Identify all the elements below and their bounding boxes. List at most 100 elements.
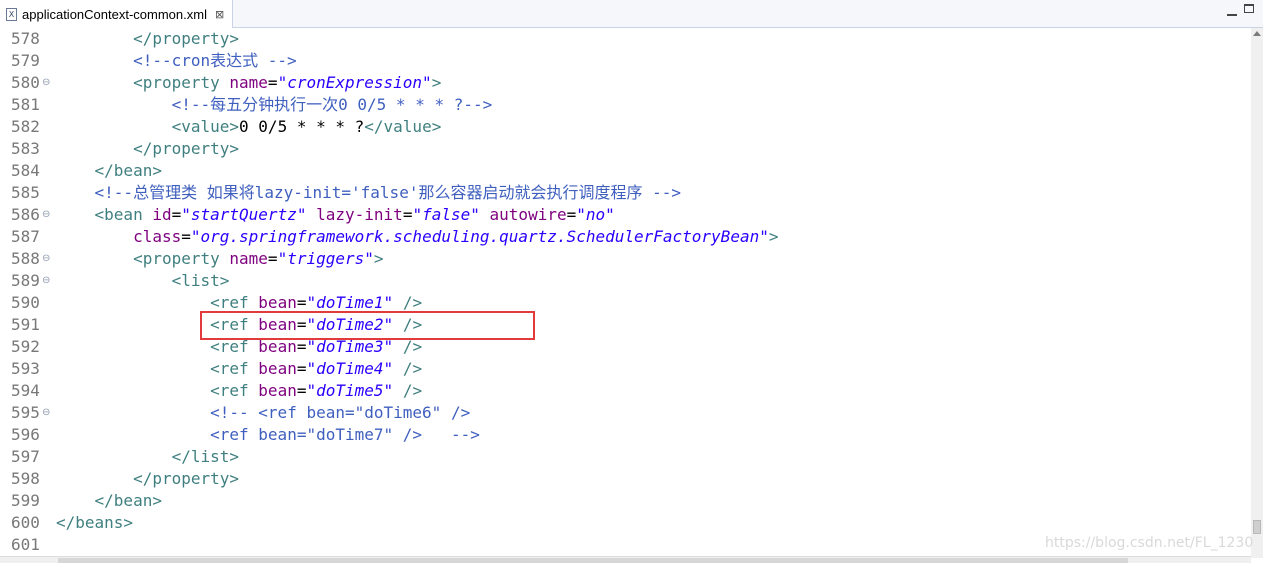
code-text: </property> [56, 468, 239, 490]
minimize-icon[interactable] [1227, 7, 1239, 19]
code-token: 0 0/5 * * * ? [239, 117, 365, 136]
code-token: = [171, 205, 182, 224]
code-line[interactable]: 593 <ref bean="doTime4" /> [0, 358, 1251, 380]
line-number: 581 [11, 95, 40, 114]
code-token: <list> [171, 271, 230, 290]
code-line[interactable]: 582 <value>0 0/5 * * * ?</value> [0, 116, 1251, 138]
fold-toggle-icon[interactable]: ⊖ [42, 204, 50, 226]
code-text: <property name="cronExpression"> [56, 72, 441, 94]
horizontal-scrollbar[interactable] [0, 556, 1251, 563]
code-line[interactable]: 579 <!--cron表达式 --> [0, 50, 1251, 72]
code-token: > [373, 249, 384, 268]
code-line[interactable]: 584 </bean> [0, 160, 1251, 182]
line-number: 590 [11, 293, 40, 312]
code-line[interactable]: 600 </beans> [0, 512, 1251, 534]
code-token: <ref [210, 359, 259, 378]
code-line[interactable]: 581 <!--每五分钟执行一次0 0/5 * * * ?--> [0, 94, 1251, 116]
code-line[interactable]: 598 </property> [0, 468, 1251, 490]
code-line[interactable]: 586 ⊖ <bean id="startQuertz" lazy-init="f… [0, 204, 1251, 226]
code-line[interactable]: 595 ⊖ <!-- <ref bean="doTime6" /> [0, 402, 1251, 424]
code-line[interactable]: 580 ⊖ <property name="cronExpression"> [0, 72, 1251, 94]
code-token: bean [258, 381, 297, 400]
code-line[interactable]: 592 <ref bean="doTime3" /> [0, 336, 1251, 358]
code-line[interactable]: 588 ⊖ <property name="triggers"> [0, 248, 1251, 270]
line-number: 583 [11, 139, 40, 158]
code-text: <property name="triggers"> [56, 248, 384, 270]
code-token: <!--cron表达式 --> [133, 51, 297, 70]
line-number: 585 [11, 183, 40, 202]
fold-toggle-icon[interactable]: ⊖ [42, 270, 50, 292]
code-text: <!-- <ref bean="doTime6" /> [56, 402, 470, 424]
code-line[interactable]: 597 </list> [0, 446, 1251, 468]
scroll-up-arrow-icon[interactable] [1253, 31, 1261, 36]
editor-tab[interactable]: X applicationContext-common.xml ⊠ [0, 0, 233, 28]
maximize-icon[interactable] [1244, 4, 1254, 13]
code-token: </value> [364, 117, 442, 136]
code-line[interactable]: 596 <ref bean="doTime7" /> --> [0, 424, 1251, 446]
code-editor[interactable]: 578 </property> 579 <!--cron表达式 --> 580 ⊖ <… [0, 28, 1251, 558]
fold-toggle-icon[interactable]: ⊖ [42, 402, 50, 424]
line-number: 586 [11, 205, 40, 224]
code-token: <!--每五分钟执行一次0 0/5 * * * ?--> [171, 95, 493, 114]
code-token: <property [133, 73, 230, 92]
code-line[interactable]: 590 <ref bean="doTime1" /> [0, 292, 1251, 314]
code-token: /> [402, 293, 423, 312]
code-token: <ref [210, 293, 259, 312]
code-token: <ref [210, 381, 259, 400]
code-token: <!-- <ref bean="doTime6" /> [210, 403, 471, 422]
line-number: 595 [11, 403, 40, 422]
horizontal-scroll-thumb[interactable] [58, 558, 1128, 563]
xml-file-icon: X [6, 7, 17, 21]
code-token: > [431, 73, 442, 92]
code-text: <ref bean="doTime7" /> --> [56, 424, 480, 446]
code-token: = [181, 227, 191, 246]
code-token: id [152, 205, 172, 224]
code-text: </property> [56, 138, 239, 160]
line-number: 594 [11, 381, 40, 400]
watermark: https://blog.csdn.net/FL_1230 [1045, 535, 1254, 551]
code-line[interactable]: 583 </property> [0, 138, 1251, 160]
line-number: 599 [11, 491, 40, 510]
close-icon[interactable]: ⊠ [215, 8, 224, 21]
line-number: 598 [11, 469, 40, 488]
code-text: class="org.springframework.scheduling.qu… [56, 226, 778, 248]
code-text: </beans> [56, 512, 133, 534]
code-token: = [267, 249, 278, 268]
code-line[interactable]: 578 </property> [0, 28, 1251, 50]
vertical-scrollbar[interactable] [1251, 28, 1263, 558]
code-token: <!--总管理类 如果将lazy-init='false'那么容器启动就会执行调… [94, 183, 681, 202]
line-number: 587 [11, 227, 40, 246]
code-line[interactable]: 587 class="org.springframework.schedulin… [0, 226, 1251, 248]
code-token: </property> [133, 139, 240, 158]
highlight-annotation-box [200, 311, 535, 340]
code-token: <value> [171, 117, 240, 136]
code-line[interactable]: 585 <!--总管理类 如果将lazy-init='false'那么容器启动就… [0, 182, 1251, 204]
vertical-scroll-thumb[interactable] [1253, 520, 1261, 534]
fold-toggle-icon[interactable]: ⊖ [42, 72, 50, 94]
code-token: </bean> [94, 491, 162, 510]
code-token: "no" [576, 205, 615, 224]
fold-toggle-icon[interactable]: ⊖ [42, 248, 50, 270]
code-line[interactable]: 594 <ref bean="doTime5" /> [0, 380, 1251, 402]
code-token: </property> [133, 29, 240, 48]
code-token: <property [133, 249, 230, 268]
code-line[interactable]: 599 </bean> [0, 490, 1251, 512]
code-token: name [229, 73, 268, 92]
code-line[interactable]: 589 ⊖ <list> [0, 270, 1251, 292]
code-line[interactable]: 591 <ref bean="doTime2" /> [0, 314, 1251, 336]
